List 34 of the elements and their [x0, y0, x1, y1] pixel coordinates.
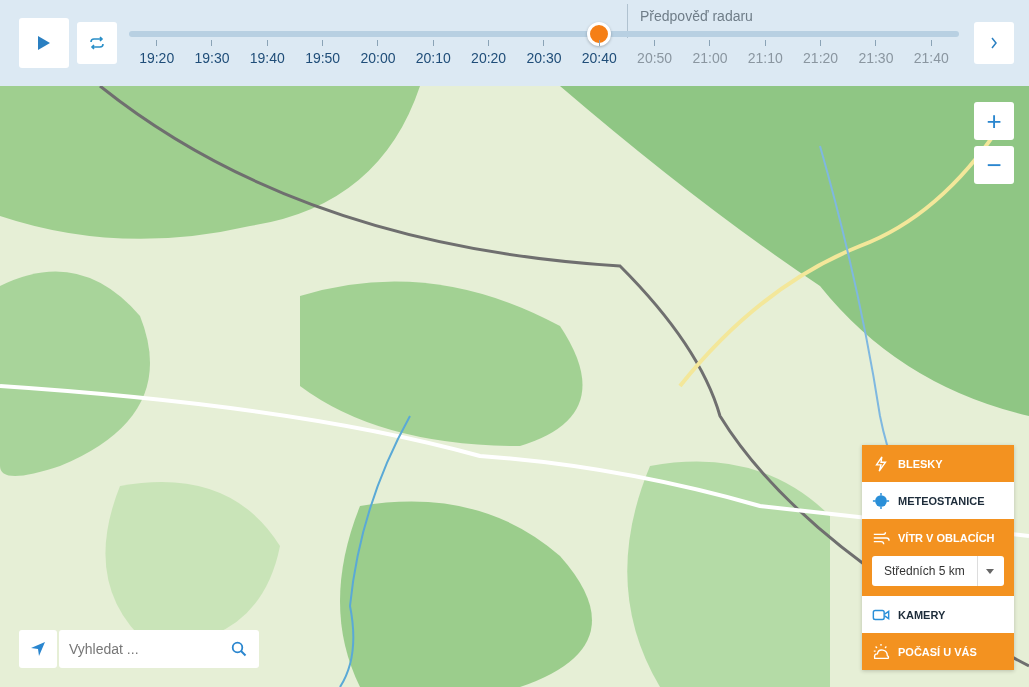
layer-item[interactable]: METEOSTANICE — [862, 482, 1014, 519]
layer-label: POČASÍ U VÁS — [898, 645, 977, 658]
forecast-label: Předpověď radaru — [640, 8, 753, 24]
play-icon — [37, 35, 51, 51]
caret-icon — [986, 568, 994, 574]
search-icon — [231, 641, 247, 657]
layer-label: BLESKY — [898, 457, 943, 470]
locate-button[interactable] — [19, 630, 57, 668]
sun-cloud-icon — [872, 642, 890, 661]
layer-item[interactable]: KAMERY — [862, 596, 1014, 633]
timeline-handle[interactable] — [586, 22, 611, 46]
chevron-right-icon — [990, 37, 998, 49]
layer-item[interactable]: VÍTR V OBLACÍCH Středních 5 km — [862, 519, 1014, 596]
repeat-icon — [89, 36, 105, 50]
altitude-dropdown[interactable]: Středních 5 km — [872, 556, 1004, 586]
navigation-arrow-icon — [30, 641, 46, 657]
target-icon — [872, 491, 890, 510]
zoom-out-button[interactable]: − — [974, 146, 1014, 184]
loop-button[interactable] — [77, 22, 117, 64]
time-label[interactable]: 19:50 — [305, 50, 341, 66]
layer-label: KAMERY — [898, 608, 946, 621]
time-label[interactable]: 20:10 — [415, 50, 451, 66]
search-field[interactable]: Vyhledat ... — [59, 630, 259, 668]
time-label[interactable]: 19:30 — [194, 50, 230, 66]
layer-label: VÍTR V OBLACÍCH — [898, 531, 995, 544]
time-label[interactable]: 20:40 — [581, 50, 617, 66]
time-label[interactable]: 19:20 — [139, 50, 175, 66]
play-button[interactable] — [19, 18, 69, 68]
time-label[interactable]: 20:00 — [360, 50, 396, 66]
zoom-in-button[interactable]: + — [974, 102, 1014, 140]
time-label[interactable]: 19:40 — [249, 50, 285, 66]
time-label[interactable]: 20:30 — [526, 50, 562, 66]
time-label[interactable]: 20:20 — [471, 50, 507, 66]
layer-label: METEOSTANICE — [898, 494, 985, 507]
